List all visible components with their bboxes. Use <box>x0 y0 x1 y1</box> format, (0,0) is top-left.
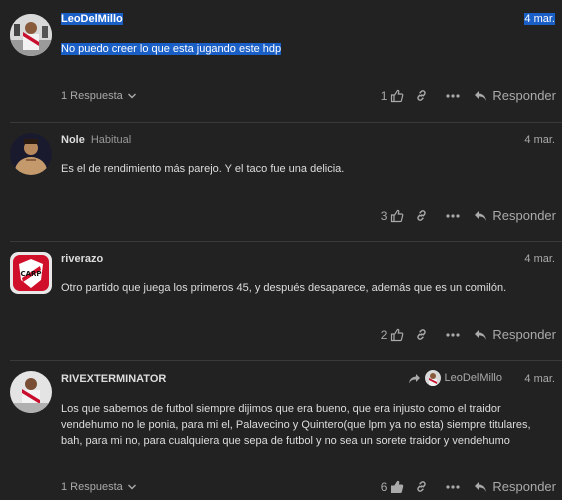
username-link[interactable]: RIVEXTERMINATOR <box>61 373 166 385</box>
share-link-button[interactable] <box>404 480 438 493</box>
share-link-button[interactable] <box>404 89 438 102</box>
reply-arrow-icon <box>475 329 487 340</box>
post-date[interactable]: 4 mar. <box>524 134 555 146</box>
like-count: 1 <box>380 88 388 103</box>
post-body: No puedo creer lo que esta jugando este … <box>61 41 548 57</box>
ellipsis-icon <box>446 213 460 218</box>
share-link-button[interactable] <box>404 209 438 222</box>
post-actions: 6 Responder <box>368 479 556 494</box>
avatar[interactable]: CARP <box>10 252 52 294</box>
post-date-text[interactable]: 4 mar. <box>524 13 555 25</box>
avatar[interactable] <box>10 371 52 413</box>
chevron-down-icon <box>127 484 136 490</box>
like-button[interactable]: 1 <box>368 89 404 103</box>
link-icon <box>417 481 426 492</box>
thumbs-up-icon <box>391 480 404 493</box>
replies-toggle[interactable]: 1 Respuesta <box>61 90 137 102</box>
reply-arrow-icon <box>475 90 487 101</box>
ellipsis-icon <box>446 484 460 489</box>
reply-button[interactable]: Responder <box>474 327 556 342</box>
username[interactable]: riverazo <box>61 253 103 265</box>
user-flair: Habitual <box>90 134 132 146</box>
more-button[interactable] <box>438 93 468 98</box>
post-body-text: Otro partido que juega los primeros 45, … <box>61 282 507 294</box>
post-date-text[interactable]: 4 mar. <box>524 134 555 146</box>
post-nole: Nole Habitual 4 mar. Es el de rendimiento… <box>0 123 562 241</box>
reply-label: Responder <box>492 327 556 342</box>
like-button[interactable]: 6 <box>368 480 404 494</box>
thumbs-up-icon <box>391 328 404 341</box>
post-body-text: Los que sabemos de futbol siempre dijimo… <box>61 403 531 447</box>
avatar[interactable] <box>10 133 52 175</box>
like-button[interactable]: 3 <box>368 209 404 223</box>
share-link-button[interactable] <box>404 328 438 341</box>
post-rivexterminator: RIVEXTERMINATOR LeoDelMillo 4 mar. Los q… <box>0 361 562 500</box>
reply-arrow-icon <box>475 481 487 492</box>
reply-to-link[interactable]: LeoDelMillo <box>408 370 502 386</box>
post-body: Los que sabemos de futbol siempre dijimo… <box>61 401 548 449</box>
post-body-text: Es el de rendimiento más parejo. Y el ta… <box>61 163 345 175</box>
replies-toggle[interactable]: 1 Respuesta <box>61 481 137 493</box>
post-date[interactable]: 4 mar. <box>524 373 555 385</box>
thumbs-up-icon <box>391 89 404 102</box>
like-count: 2 <box>380 327 388 342</box>
post-date-text[interactable]: 4 mar. <box>524 373 555 385</box>
reply-label: Responder <box>492 88 556 103</box>
avatar[interactable] <box>10 14 52 56</box>
post-date-text[interactable]: 4 mar. <box>524 253 555 265</box>
post-actions: 2 Responder <box>368 327 556 342</box>
username-link[interactable]: LeoDelMillo <box>61 13 123 25</box>
reply-to-username: LeoDelMillo <box>444 372 502 384</box>
share-arrow-icon <box>408 373 420 383</box>
replies-count: 1 Respuesta <box>61 481 123 493</box>
replies-count: 1 Respuesta <box>61 90 123 102</box>
post-date[interactable]: 4 mar. <box>524 253 555 265</box>
chevron-down-icon <box>127 93 136 99</box>
username[interactable]: LeoDelMillo <box>61 13 123 25</box>
more-button[interactable] <box>438 213 468 218</box>
reply-button[interactable]: Responder <box>474 208 556 223</box>
reply-arrow-icon <box>475 210 487 221</box>
reply-button[interactable]: Responder <box>474 88 556 103</box>
thumbs-up-icon <box>391 209 404 222</box>
ellipsis-icon <box>446 332 460 337</box>
link-icon <box>417 329 426 340</box>
post-body: Es el de rendimiento más parejo. Y el ta… <box>61 161 548 177</box>
username-link[interactable]: riverazo <box>61 253 103 265</box>
post-body-text: No puedo creer lo que esta jugando este … <box>61 43 282 55</box>
like-button[interactable]: 2 <box>368 328 404 342</box>
username[interactable]: Nole Habitual <box>61 134 131 146</box>
reply-label: Responder <box>492 479 556 494</box>
username-link[interactable]: Nole <box>61 134 85 146</box>
svg-text:CARP: CARP <box>20 270 41 278</box>
reply-label: Responder <box>492 208 556 223</box>
username[interactable]: RIVEXTERMINATOR <box>61 373 166 385</box>
post-riverazo: CARP riverazo 4 mar. Otro partido que ju… <box>0 242 562 360</box>
link-icon <box>417 90 426 101</box>
post-leodelmillo: LeoDelMillo 4 mar. No puedo creer lo que… <box>0 0 562 122</box>
like-count: 3 <box>380 208 388 223</box>
ellipsis-icon <box>446 93 460 98</box>
more-button[interactable] <box>438 332 468 337</box>
post-body: Otro partido que juega los primeros 45, … <box>61 280 548 296</box>
reply-to-avatar <box>424 370 441 386</box>
more-button[interactable] <box>438 484 468 489</box>
post-actions: 1 Responder <box>368 88 556 103</box>
reply-button[interactable]: Responder <box>474 479 556 494</box>
post-date[interactable]: 4 mar. <box>524 13 555 25</box>
link-icon <box>417 210 426 221</box>
like-count: 6 <box>380 479 388 494</box>
post-actions: 3 Responder <box>368 208 556 223</box>
